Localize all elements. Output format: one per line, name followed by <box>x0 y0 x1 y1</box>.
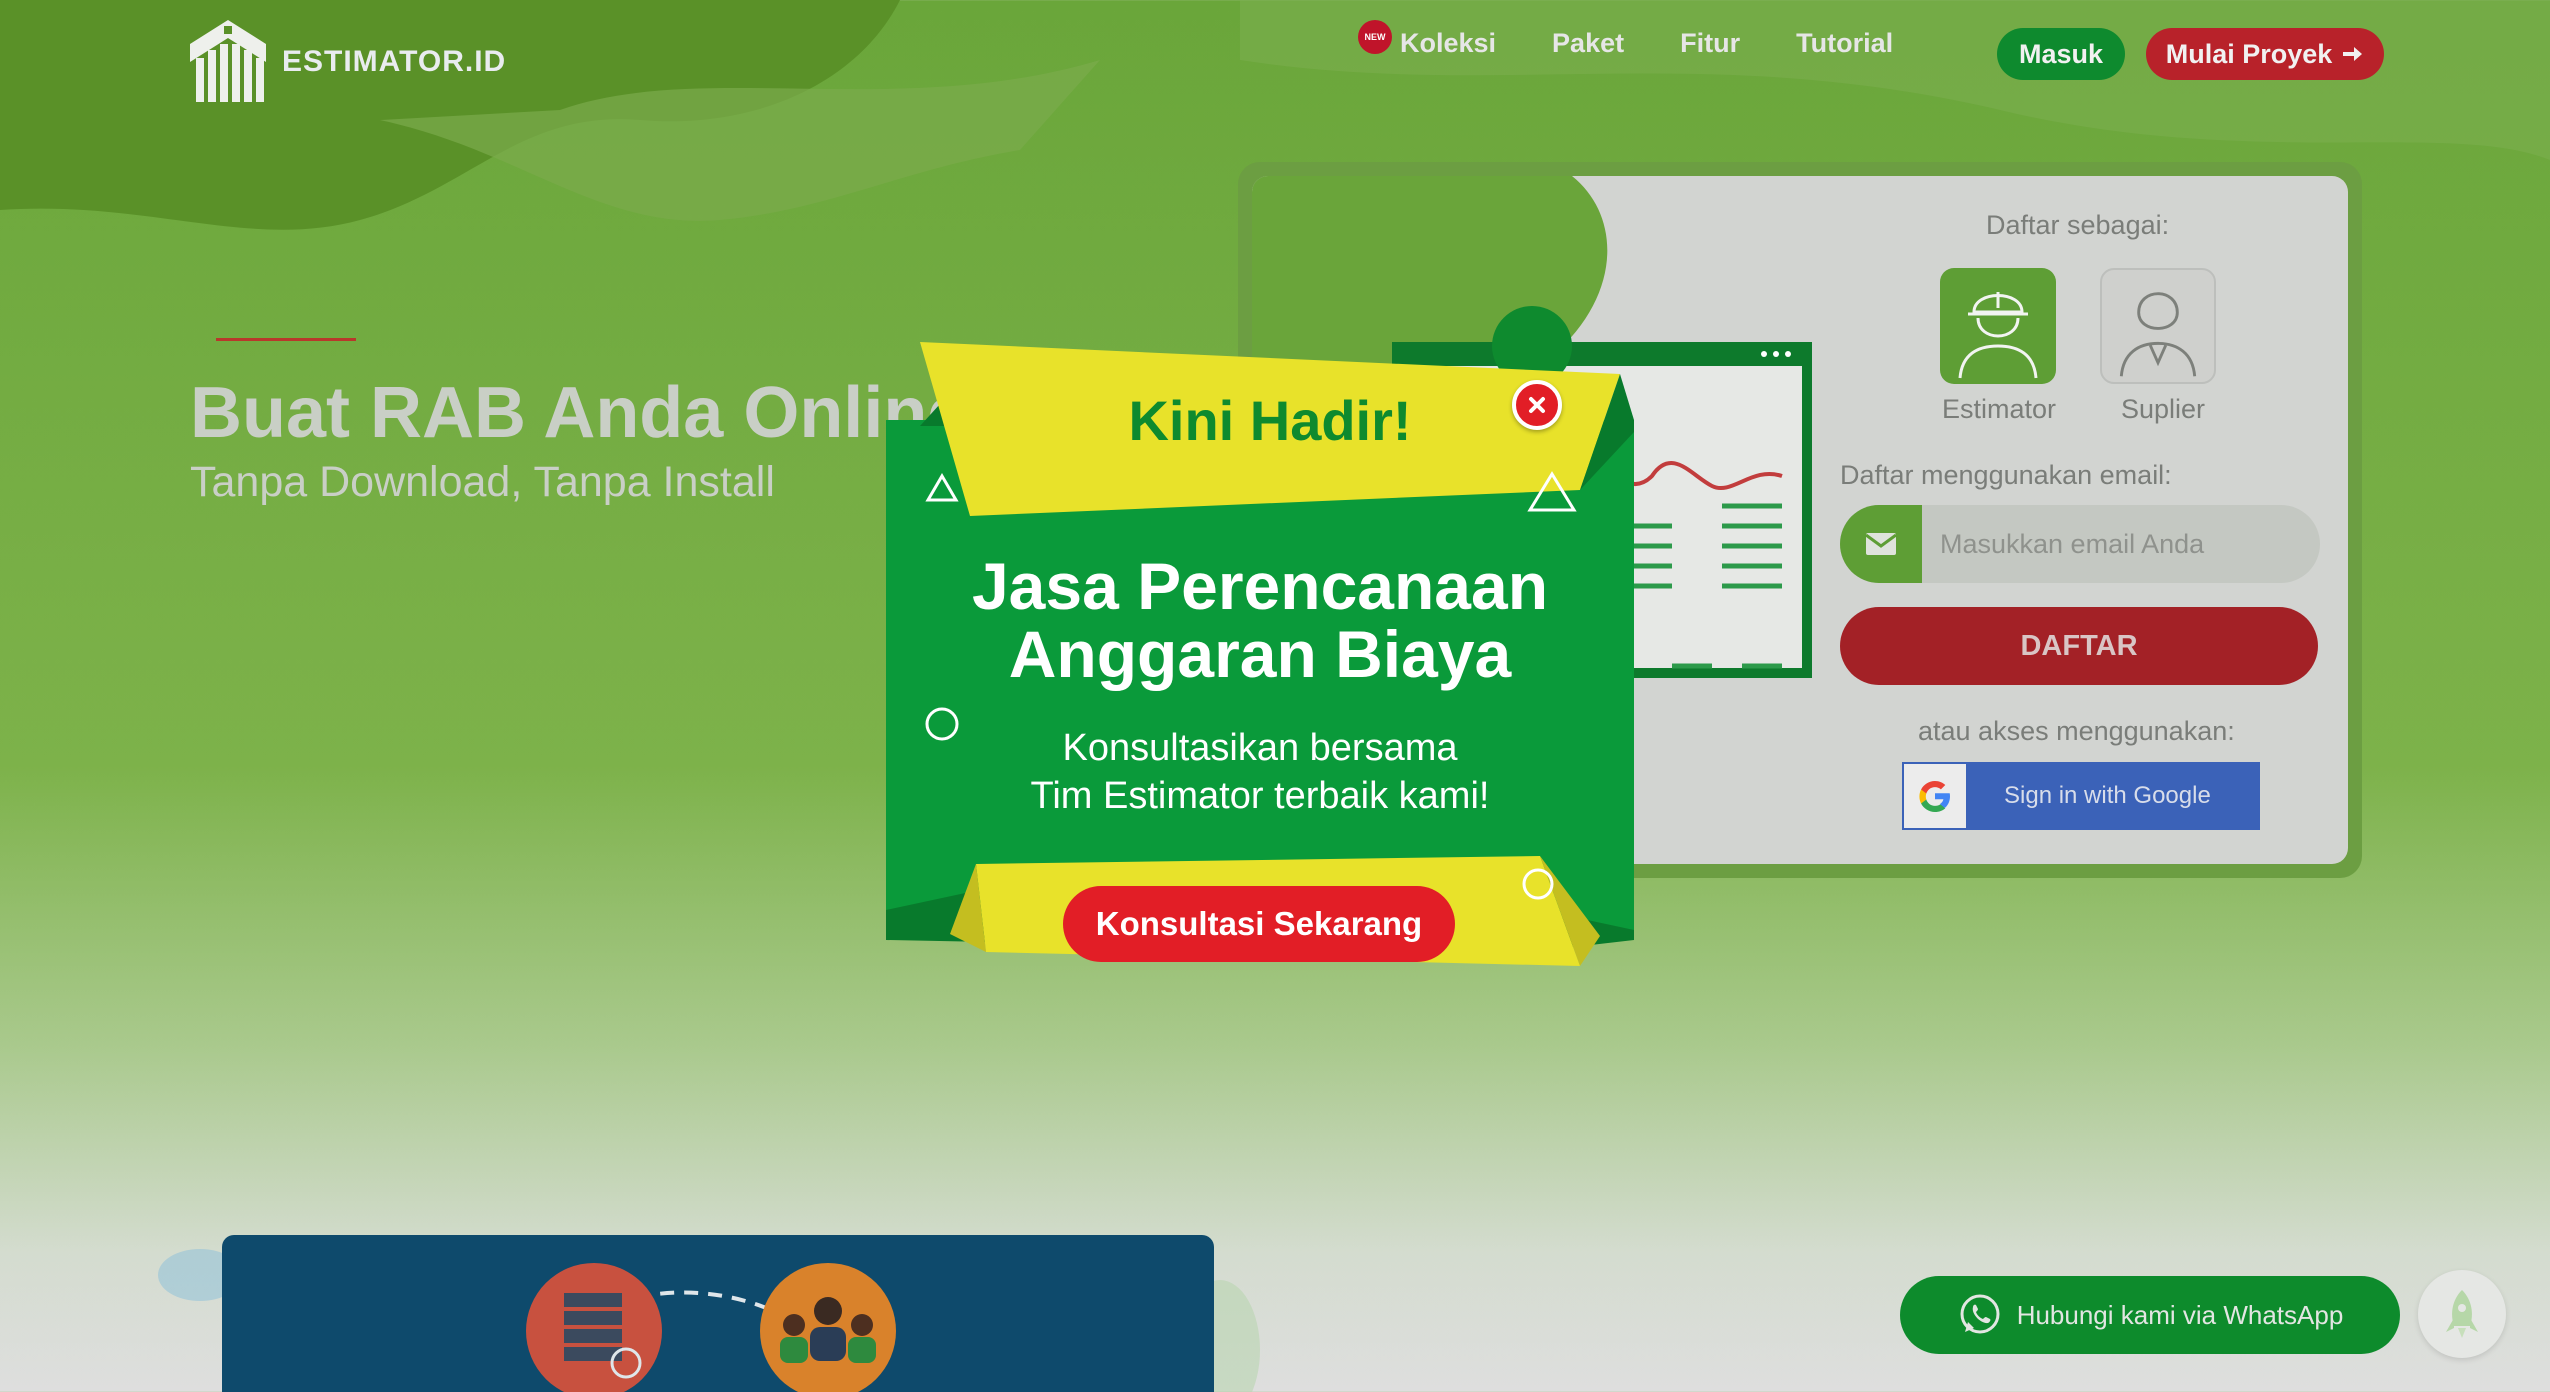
modal-text-line-2: Tim Estimator terbaik kami! <box>1030 775 1490 817</box>
hero-accent-line <box>216 338 356 341</box>
whatsapp-label: Hubungi kami via WhatsApp <box>2016 1299 2344 1330</box>
main-nav: NEW Koleksi Paket Fitur Tutorial <box>1358 20 1949 59</box>
team-illustration <box>526 1263 896 1392</box>
role-estimator-label: Estimator <box>1941 394 2057 424</box>
email-field-group <box>1840 505 2320 583</box>
register-as-label: Daftar sebagai: <box>1986 210 2170 240</box>
close-icon <box>1529 397 1545 413</box>
nav-koleksi-label: Koleksi <box>1400 28 1497 58</box>
hero-subtitle: Tanpa Download, Tanpa Install <box>190 458 775 506</box>
modal-close-button[interactable] <box>1512 380 1562 430</box>
rocket-icon <box>2446 1290 2478 1338</box>
modal-text-line-1: Konsultasikan bersama <box>1062 727 1458 769</box>
brand-name: ESTIMATOR.ID <box>282 45 507 78</box>
google-signin-label: Sign in with Google <box>2004 782 2211 809</box>
register-button-label: DAFTAR <box>2020 629 2138 662</box>
promo-modal: Kini Hadir! Jasa Perencanaan Anggaran Bi… <box>880 340 1640 1000</box>
engineer-icon <box>1958 292 2038 379</box>
building-logo-icon <box>190 20 266 102</box>
nav-koleksi[interactable]: NEW Koleksi <box>1358 20 1497 59</box>
site-header: ESTIMATOR.ID NEW Koleksi Paket Fitur Tut… <box>0 0 2550 120</box>
modal-kicker: Kini Hadir! <box>1128 389 1412 452</box>
supplier-icon <box>2119 292 2197 377</box>
modal-title-line-1: Jasa Perencanaan <box>971 549 1549 623</box>
modal-description: Konsultasikan bersama Tim Estimator terb… <box>940 724 1580 820</box>
email-label: Daftar menggunakan email: <box>1840 460 2172 490</box>
google-icon <box>1902 762 1968 830</box>
logo[interactable]: ESTIMATOR.ID <box>188 18 506 106</box>
whatsapp-icon <box>1960 1294 2000 1334</box>
role-estimator[interactable] <box>1940 268 2056 384</box>
hero-title: Buat RAB Anda Online <box>190 373 968 453</box>
consult-now-button[interactable]: Konsultasi Sekarang <box>1063 886 1455 962</box>
feature-video-card[interactable] <box>222 1235 1214 1392</box>
email-input[interactable] <box>1940 505 2310 583</box>
whatsapp-button[interactable]: Hubungi kami via WhatsApp <box>1900 1276 2400 1354</box>
login-button-label: Masuk <box>2018 38 2104 69</box>
role-suplier-label: Suplier <box>2120 394 2206 424</box>
start-project-button[interactable]: Mulai Proyek <box>2146 28 2384 80</box>
nav-paket[interactable]: Paket <box>1552 28 1624 59</box>
arrow-right-icon <box>2343 47 2363 61</box>
modal-title: Jasa Perencanaan Anggaran Biaya <box>920 552 1600 688</box>
nav-fitur[interactable]: Fitur <box>1680 28 1740 59</box>
back-to-top-button[interactable] <box>2418 1270 2506 1358</box>
new-badge: NEW <box>1358 20 1392 54</box>
google-signin-button[interactable]: Sign in with Google <box>1902 762 2260 830</box>
consult-now-label: Konsultasi Sekarang <box>1095 905 1423 942</box>
alt-access-label: atau akses menggunakan: <box>1918 716 2235 746</box>
register-button[interactable]: DAFTAR <box>1840 607 2318 685</box>
role-suplier[interactable] <box>2100 268 2216 384</box>
envelope-icon <box>1840 505 1922 583</box>
modal-title-line-2: Anggaran Biaya <box>1008 617 1512 691</box>
nav-tutorial[interactable]: Tutorial <box>1796 28 1893 59</box>
login-button[interactable]: Masuk <box>1997 28 2125 80</box>
start-project-label: Mulai Proyek <box>2165 38 2333 69</box>
